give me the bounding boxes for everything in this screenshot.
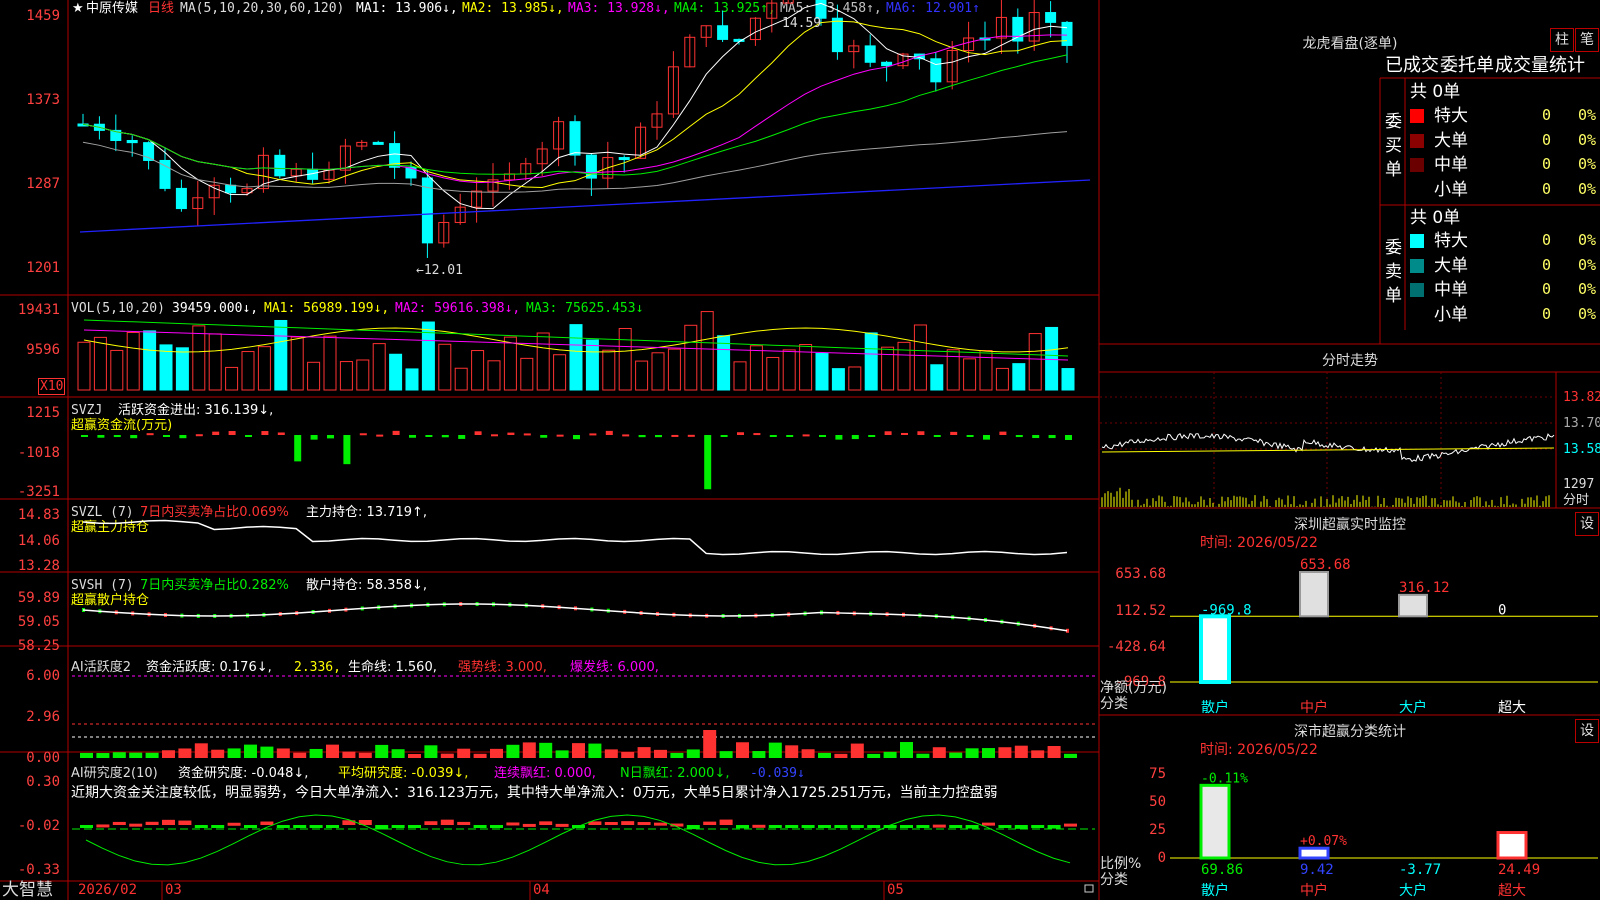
sz-class-chart: -0.11% 69.86 散户 +0.07% 9.42 中户 -3.77 大户 24.49 超大 [1170, 771, 1598, 899]
ratio-value: 69.86 [1201, 862, 1243, 878]
ratio-change: -0.11% [1201, 771, 1248, 786]
ratio-change: +0.07% [1300, 834, 1347, 849]
ratio-bar [1199, 783, 1231, 860]
category-label: 中户 [1300, 882, 1328, 899]
ratio-value: 24.49 [1498, 862, 1540, 878]
ratio-bar [1298, 846, 1330, 860]
ratio-bar [1496, 831, 1528, 860]
category-label: 大户 [1399, 882, 1427, 899]
ratio-value: 9.42 [1300, 862, 1334, 878]
category-label: 散户 [1201, 882, 1229, 899]
ratio-value: -3.77 [1399, 862, 1441, 878]
category-label: 超大 [1498, 883, 1526, 899]
